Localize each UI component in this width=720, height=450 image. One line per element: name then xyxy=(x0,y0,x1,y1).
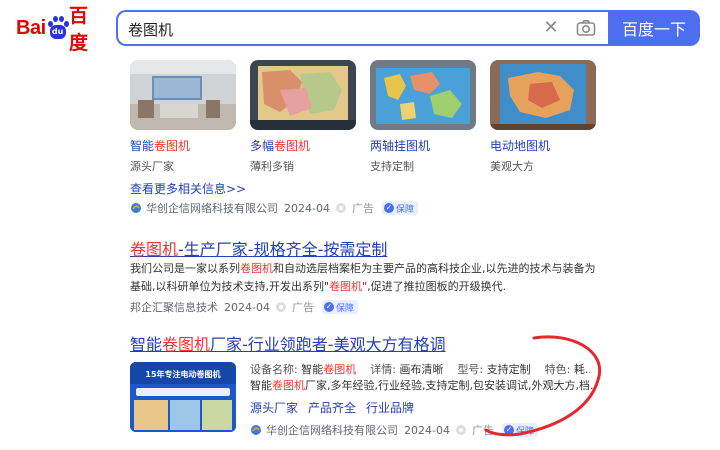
protect-badge[interactable]: ✓ 保障 xyxy=(321,300,358,314)
source-company[interactable]: 邦企汇聚信息技术 xyxy=(130,299,218,315)
baidu-logo[interactable]: Bai du 百度 xyxy=(16,5,106,54)
card-multi-rolling-map-machine[interactable]: 多幅卷图机 薄利多销 xyxy=(250,60,356,173)
check-icon: ✓ xyxy=(323,302,334,312)
card-image[interactable] xyxy=(130,60,236,130)
protect-badge[interactable]: ✓ 保障 xyxy=(381,201,418,215)
card-subtitle: 支持定制 xyxy=(370,160,414,173)
thumbnail-text: 15年专注电动卷图机 xyxy=(145,369,220,379)
card-subtitle: 源头厂家 xyxy=(130,160,174,173)
tag-link[interactable]: 行业品牌 xyxy=(366,399,414,416)
card-subtitle: 薄利多销 xyxy=(250,160,294,173)
source-date: 2024-04 xyxy=(404,423,450,437)
product-attributes: 设备名称: 智能卷图机 详情: 画布清晰 型号: 支持定制 特色: 耗... xyxy=(250,363,590,376)
ad-label: 广告 xyxy=(471,424,494,437)
image-cards: 智能卷图机 源头厂家 多幅卷图机 薄利多销 两轴挂图机 支持定制 电动地图机 美… xyxy=(130,60,610,173)
check-icon: ✓ xyxy=(503,425,514,435)
card-subtitle: 美观大方 xyxy=(490,160,534,173)
search-input[interactable] xyxy=(128,18,508,40)
source-company[interactable]: 华创企信网络科技有限公司 xyxy=(146,200,278,216)
search-box: ✕ xyxy=(116,10,610,46)
check-icon: ✓ xyxy=(383,203,394,213)
source-date: 2024-04 xyxy=(224,300,270,314)
result-title[interactable]: 智能卷图机厂家-行业领跑者-美观大方有格调 xyxy=(130,331,446,355)
ad-label: 广告 xyxy=(291,301,314,314)
logo-text-bai: Bai xyxy=(16,16,46,39)
tag-link[interactable]: 源头厂家 xyxy=(250,399,298,416)
card-smart-rolling-map-machine[interactable]: 智能卷图机 源头厂家 xyxy=(130,60,236,173)
source-logo-icon xyxy=(131,203,141,213)
paw-icon: du xyxy=(47,16,69,40)
result-description: 我们公司是一家以系列卷图机和自动选层档案柜为主要产品的高科技企业,以先进的技术与… xyxy=(130,262,596,293)
source-logo-icon xyxy=(251,425,261,435)
more-info-link[interactable]: 查看更多相关信息>> xyxy=(130,180,246,197)
info-icon[interactable] xyxy=(455,425,466,435)
card-image[interactable] xyxy=(490,60,596,130)
card-title[interactable]: 多幅卷图机 xyxy=(250,137,356,154)
info-icon[interactable] xyxy=(275,302,286,312)
source-date: 2024-04 xyxy=(284,201,330,215)
card-two-axis-hanging-map-machine[interactable]: 两轴挂图机 支持定制 xyxy=(370,60,476,173)
ad-source: 邦企汇聚信息技术 2024-04 广告 ✓ 保障 xyxy=(130,299,358,315)
card-image[interactable] xyxy=(370,60,476,130)
card-title[interactable]: 两轴挂图机 xyxy=(370,137,476,154)
header: Bai du 百度 ✕ 百度一下 xyxy=(0,0,720,56)
result-thumbnail[interactable]: 15年专注电动卷图机 xyxy=(130,362,236,432)
result-title[interactable]: 卷图机-生产厂家-规格齐全-按需定制 xyxy=(130,236,387,260)
ad-label: 广告 xyxy=(351,202,374,215)
logo-text-cn: 百度 xyxy=(69,5,89,54)
result-description: 智能卷图机厂家,多年经验,行业经验,支持定制,包安装调试,外观大方,档... xyxy=(250,379,595,392)
close-icon[interactable]: ✕ xyxy=(542,19,560,37)
card-title[interactable]: 电动地图机 xyxy=(490,137,596,154)
tag-link[interactable]: 产品齐全 xyxy=(308,399,356,416)
protect-badge[interactable]: ✓ 保障 xyxy=(501,423,538,437)
source-company[interactable]: 华创企信网络科技有限公司 xyxy=(266,422,398,438)
ad-source: 华创企信网络科技有限公司 2024-04 广告 ✓ 保障 xyxy=(130,200,418,216)
info-icon[interactable] xyxy=(335,203,346,213)
camera-icon[interactable] xyxy=(576,19,596,37)
search-button[interactable]: 百度一下 xyxy=(608,10,700,46)
result-tags: 源头厂家 产品齐全 行业品牌 xyxy=(250,399,414,416)
ad-source: 华创企信网络科技有限公司 2024-04 广告 ✓ 保障 xyxy=(250,422,538,438)
card-image[interactable] xyxy=(250,60,356,130)
card-electric-map-machine[interactable]: 电动地图机 美观大方 xyxy=(490,60,596,173)
card-title[interactable]: 智能卷图机 xyxy=(130,137,236,154)
